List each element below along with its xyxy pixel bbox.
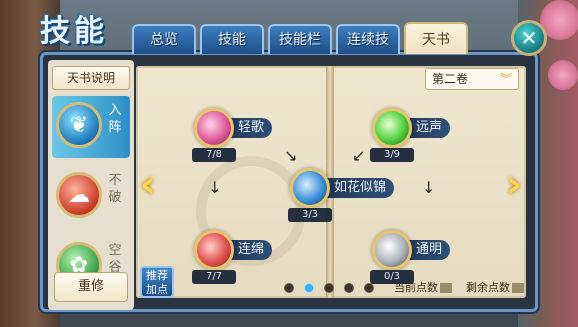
page-dot[interactable]: [324, 283, 334, 293]
reset-button[interactable]: 重修: [54, 272, 128, 302]
feather-icon: ❦: [56, 102, 102, 148]
skill-icon: [194, 108, 234, 148]
skill-level: 3/3: [288, 208, 332, 222]
blossom-decoration: [548, 60, 578, 90]
tab-overview[interactable]: 总览: [132, 24, 196, 54]
skill-level: 3/9: [370, 148, 414, 162]
page-dot[interactable]: [284, 283, 294, 293]
skill-level: 7/7: [192, 270, 236, 284]
volume-dropdown[interactable]: 第二卷 ︾: [425, 68, 519, 90]
arrow-down-icon: ↓: [422, 178, 436, 197]
skill-icon: [290, 168, 330, 208]
formation-label: 空 谷: [108, 243, 122, 275]
skill-icon: [372, 230, 412, 270]
window-title: 技能: [40, 14, 108, 49]
cloud-swirl-icon: ☁: [56, 172, 102, 218]
close-button[interactable]: ✕: [511, 20, 547, 56]
page-indicator: [284, 283, 374, 293]
arrow-down-left-icon: ↙: [352, 146, 366, 165]
remaining-points: 剩余点数: [466, 281, 524, 295]
current-points: 当前点数: [394, 281, 452, 295]
tab-heaven-book[interactable]: 天书: [404, 22, 468, 54]
page-dot[interactable]: [364, 283, 374, 293]
book-info-button[interactable]: 天书说明: [52, 66, 130, 90]
tab-skill-bar[interactable]: 技能栏: [268, 24, 332, 54]
tab-bar: 总览 技能 技能栏 连续技 天书: [132, 22, 468, 54]
skill-icon: [194, 230, 234, 270]
recommend-points-button[interactable]: 推荐 加点: [140, 266, 174, 298]
formation-label: 不 破: [108, 173, 122, 205]
formation-item-2[interactable]: ☁ 不 破: [52, 166, 130, 228]
skill-icon: [372, 108, 412, 148]
page-dot[interactable]: [344, 283, 354, 293]
arrow-down-right-icon: ↘: [284, 146, 298, 165]
tab-combo[interactable]: 连续技: [336, 24, 400, 54]
skill-level: 7/8: [192, 148, 236, 162]
close-icon: ✕: [520, 26, 538, 50]
skill-name: 如花似锦: [320, 178, 395, 198]
page-dot-active[interactable]: [304, 283, 314, 293]
next-page-arrow-icon[interactable]: ›: [502, 164, 526, 204]
chevron-down-icon: ︾: [499, 72, 512, 86]
volume-dropdown-value: 第二卷: [432, 72, 469, 86]
prev-page-arrow-icon[interactable]: ‹: [136, 164, 160, 204]
tab-skills[interactable]: 技能: [200, 24, 264, 54]
formation-sidebar: 天书说明 ❦ 入 阵 ☁ 不 破 ✿ 空 谷 重修: [48, 60, 134, 310]
formation-item-1[interactable]: ❦ 入 阵: [52, 96, 130, 158]
formation-label: 入 阵: [108, 103, 122, 135]
arrow-down-icon: ↓: [208, 178, 222, 197]
